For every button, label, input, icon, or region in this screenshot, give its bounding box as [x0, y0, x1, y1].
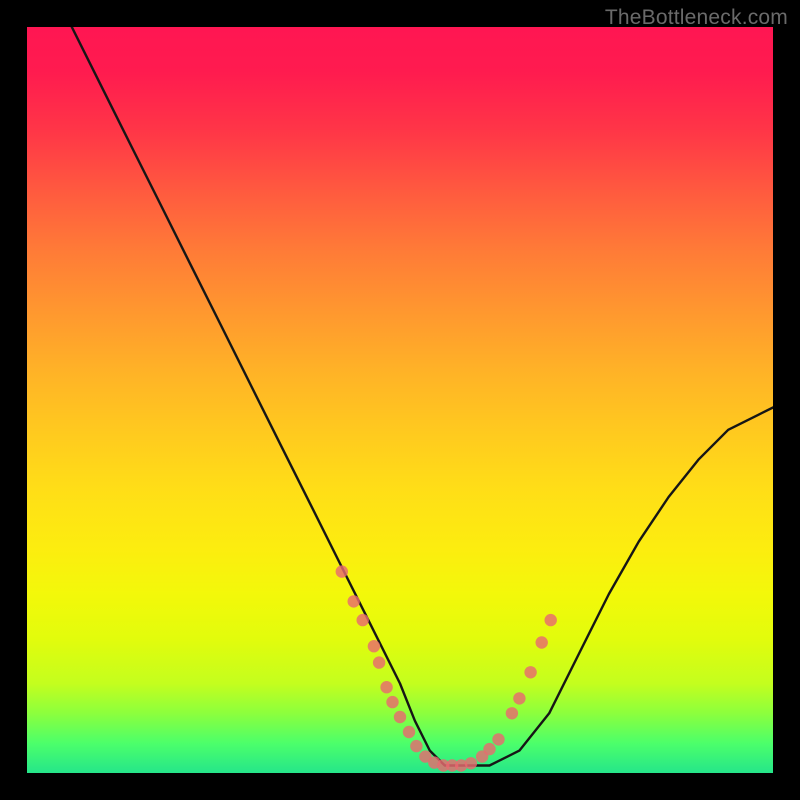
model-dot: [545, 614, 557, 626]
chart-plot-area: [27, 27, 773, 773]
model-dot: [336, 565, 348, 577]
model-dot: [506, 707, 518, 719]
model-dot: [410, 740, 422, 752]
model-dot: [483, 743, 495, 755]
watermark-text: TheBottleneck.com: [605, 6, 788, 30]
model-dot: [357, 614, 369, 626]
model-dot: [394, 711, 406, 723]
model-dot: [386, 696, 398, 708]
bottleneck-curve: [72, 27, 773, 766]
model-dot: [513, 692, 525, 704]
model-dot: [492, 733, 504, 745]
model-dot: [536, 636, 548, 648]
model-dot: [465, 757, 477, 769]
model-dot: [524, 666, 536, 678]
model-dot: [403, 726, 415, 738]
chart-svg: [27, 27, 773, 773]
model-dot: [368, 640, 380, 652]
model-dot: [373, 656, 385, 668]
model-dot: [348, 595, 360, 607]
model-dot: [380, 681, 392, 693]
model-dots-group: [336, 565, 557, 771]
